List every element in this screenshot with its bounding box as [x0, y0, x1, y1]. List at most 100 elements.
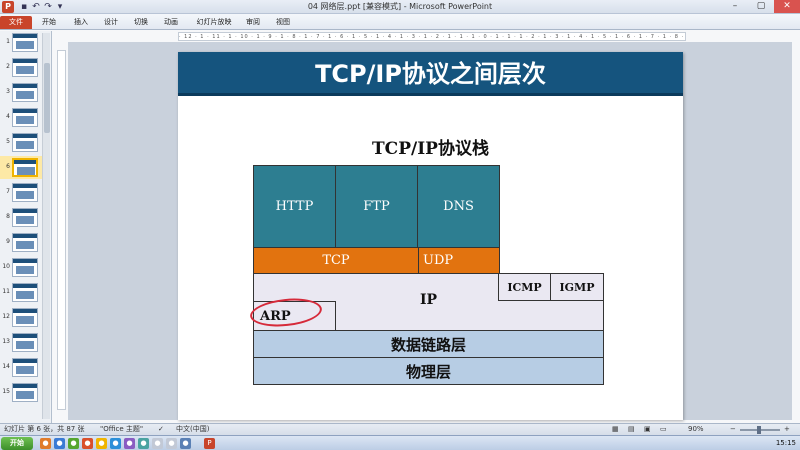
spellcheck-icon[interactable]: ✓: [158, 424, 164, 435]
tab-design[interactable]: 设计: [100, 16, 122, 29]
thumbnail-number: 5: [6, 138, 10, 145]
slide[interactable]: TCP/IP协议之间层次 TCP/IP协议栈 HTTP FTP DNS TCP …: [178, 52, 683, 420]
slide-thumbnail[interactable]: 8: [0, 206, 42, 229]
vertical-ruler: [57, 50, 66, 410]
tab-animations[interactable]: 动画: [160, 16, 182, 29]
slide-thumbnail[interactable]: 10: [0, 256, 42, 279]
thumbnail-number: 9: [6, 238, 10, 245]
tab-transitions[interactable]: 切换: [130, 16, 152, 29]
taskbar-app-icon[interactable]: ●: [124, 438, 135, 449]
slide-thumbnail[interactable]: 1: [0, 31, 42, 54]
thumbnail-number: 2: [6, 63, 10, 70]
taskbar-app-icon[interactable]: ●: [110, 438, 121, 449]
udp-box[interactable]: UDP: [418, 247, 500, 274]
slide-thumbnail[interactable]: 4: [0, 106, 42, 129]
slide-sorter-icon[interactable]: ▤: [628, 424, 635, 435]
stack-title[interactable]: TCP/IP协议栈: [178, 134, 683, 159]
zoom-out-icon[interactable]: −: [730, 424, 736, 435]
redo-icon[interactable]: ↷: [42, 1, 54, 13]
thumbnail-number: 15: [2, 388, 10, 395]
close-icon[interactable]: ✕: [774, 0, 800, 13]
slide-thumbnail[interactable]: 5: [0, 131, 42, 154]
title-bar: P ▪ ↶ ↷ ▾ 04 网络层.ppt [兼容模式] - Microsoft …: [0, 0, 800, 14]
slide-count-status: 幻灯片 第 6 张，共 87 张: [4, 425, 85, 433]
slide-thumbnail[interactable]: 12: [0, 306, 42, 329]
thumbnail-image: [12, 133, 38, 152]
slide-thumbnail[interactable]: 3: [0, 81, 42, 104]
slide-title[interactable]: TCP/IP协议之间层次: [178, 52, 683, 96]
thumbnail-image: [12, 83, 38, 102]
http-box[interactable]: HTTP: [253, 165, 336, 248]
taskbar-app-icon[interactable]: ●: [180, 438, 191, 449]
thumbnail-image: [12, 358, 38, 377]
ftp-box[interactable]: FTP: [335, 165, 418, 248]
tab-insert[interactable]: 插入: [70, 16, 92, 29]
thumbnail-image: [12, 333, 38, 352]
thumbnail-image: [12, 58, 38, 77]
taskbar-app-icon[interactable]: ●: [54, 438, 65, 449]
window-title: 04 网络层.ppt [兼容模式] - Microsoft PowerPoint: [307, 2, 493, 11]
powerpoint-app-icon[interactable]: P: [2, 1, 14, 13]
thumbnail-image: [12, 158, 38, 177]
physical-layer-box[interactable]: 物理层: [253, 357, 604, 385]
thumbnail-number: 10: [2, 263, 10, 270]
icmp-box[interactable]: ICMP: [498, 273, 551, 301]
thumbnail-number: 11: [2, 288, 10, 295]
minimize-icon[interactable]: –: [722, 0, 748, 13]
save-icon[interactable]: ▪: [18, 1, 30, 13]
slide-thumbnail[interactable]: 9: [0, 231, 42, 254]
taskbar-app-icon[interactable]: ●: [82, 438, 93, 449]
slide-thumbnail[interactable]: 11: [0, 281, 42, 304]
thumbnail-image: [12, 208, 38, 227]
taskbar-app-icon[interactable]: ●: [166, 438, 177, 449]
taskbar-app-icon[interactable]: ●: [152, 438, 163, 449]
tcp-box[interactable]: TCP: [253, 247, 419, 274]
igmp-box[interactable]: IGMP: [550, 273, 604, 301]
tab-review[interactable]: 审阅: [242, 16, 264, 29]
slide-thumbnail[interactable]: 7: [0, 181, 42, 204]
start-button[interactable]: 开始: [1, 437, 33, 450]
slide-thumbnail-selected[interactable]: 6: [0, 156, 42, 179]
zoom-in-icon[interactable]: +: [784, 424, 790, 435]
zoom-level[interactable]: 90%: [688, 424, 704, 435]
reading-view-icon[interactable]: ▣: [644, 424, 651, 435]
data-link-layer-box[interactable]: 数据链路层: [253, 330, 604, 358]
windows-taskbar: 开始 ● ● ● ● ● ● ● ● ● ● ● P 15:15: [0, 435, 800, 450]
thumbnail-number: 6: [6, 163, 10, 170]
thumbnail-number: 4: [6, 113, 10, 120]
thumbnail-image: [12, 383, 38, 402]
taskbar-app-icon[interactable]: ●: [40, 438, 51, 449]
slide-thumbnail[interactable]: 14: [0, 356, 42, 379]
maximize-icon[interactable]: ▢: [748, 0, 774, 13]
tab-slideshow[interactable]: 幻灯片放映: [192, 16, 236, 29]
dns-box[interactable]: DNS: [417, 165, 500, 248]
thumbnail-number: 7: [6, 188, 10, 195]
slideshow-icon[interactable]: ▭: [660, 424, 667, 435]
thumbnail-number: 12: [2, 313, 10, 320]
tab-file[interactable]: 文件: [0, 16, 32, 29]
thumbnail-image: [12, 258, 38, 277]
slide-thumbnail[interactable]: 2: [0, 56, 42, 79]
undo-icon[interactable]: ↶: [30, 1, 42, 13]
slide-editing-area: TCP/IP协议之间层次 TCP/IP协议栈 HTTP FTP DNS TCP …: [68, 42, 792, 420]
thumbnail-image: [12, 108, 38, 127]
thumbnail-image: [12, 33, 38, 52]
zoom-slider-knob[interactable]: [757, 426, 761, 434]
slide-thumbnail[interactable]: 15: [0, 381, 42, 404]
customize-icon[interactable]: ▾: [54, 1, 66, 13]
powerpoint-taskbar-icon[interactable]: P: [204, 438, 215, 449]
thumbnail-scrollbar[interactable]: [42, 33, 50, 419]
taskbar-app-icon[interactable]: ●: [96, 438, 107, 449]
thumbnail-image: [12, 283, 38, 302]
scrollbar-thumb[interactable]: [44, 63, 50, 133]
slide-thumbnail-pane: 1 2 3 4 5 6 7 8 9 10 11 12 13 14 15: [0, 31, 52, 423]
normal-view-icon[interactable]: ▦: [612, 424, 619, 435]
taskbar-app-icon[interactable]: ●: [68, 438, 79, 449]
tab-view[interactable]: 视图: [272, 16, 294, 29]
thumbnail-image: [12, 183, 38, 202]
taskbar-app-icon[interactable]: ●: [138, 438, 149, 449]
tab-home[interactable]: 开始: [38, 16, 60, 29]
theme-status: "Office 主题": [100, 425, 144, 433]
thumbnail-number: 13: [2, 338, 10, 345]
slide-thumbnail[interactable]: 13: [0, 331, 42, 354]
